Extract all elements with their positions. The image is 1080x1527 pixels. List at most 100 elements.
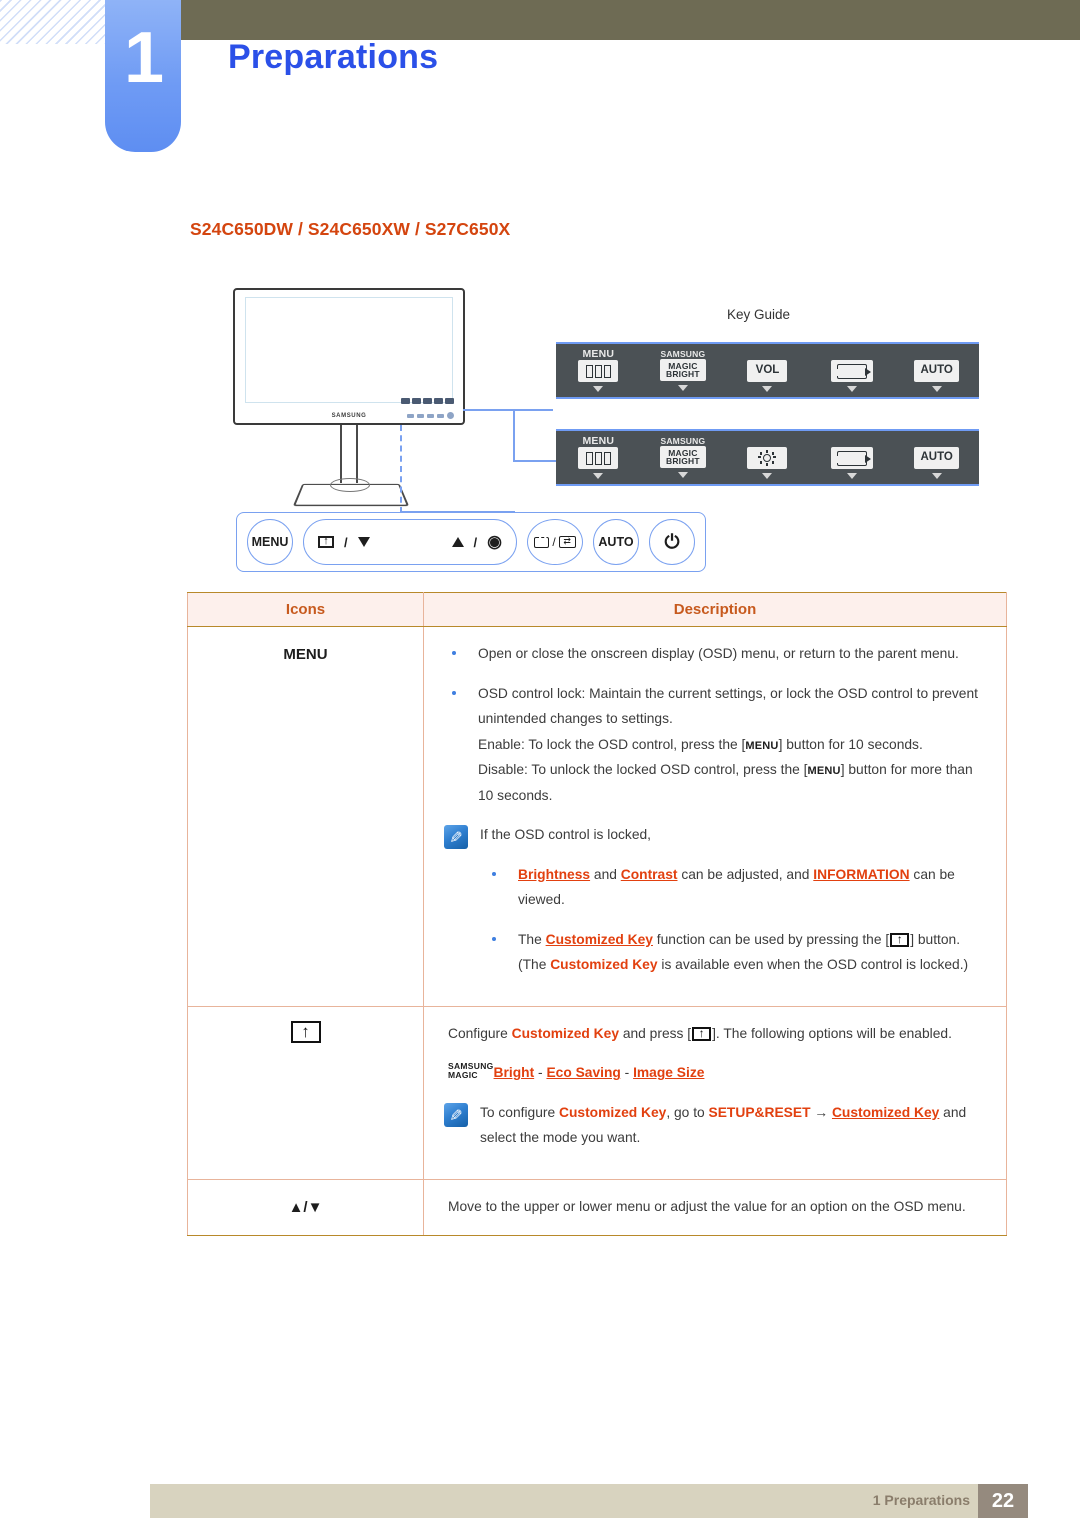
osd-lock-lead: OSD control lock: Maintain the current s…: [478, 685, 978, 727]
separator: -: [534, 1065, 547, 1081]
monitor-button-row: [407, 412, 454, 419]
key-guide-panel-vol: MENU SAMSUNG MAGIC BRIGHT VOL AUTO: [556, 342, 979, 399]
connector-line-horizontal-bottom: [513, 460, 558, 462]
enable-pre: Enable: To lock the OSD control, press t…: [478, 736, 746, 752]
window-icon: [578, 447, 619, 470]
chevron-down-icon: [931, 386, 942, 393]
configure-line: Configure Customized Key and press []. T…: [440, 1021, 990, 1047]
function-text: function can be used by pressing the [: [652, 931, 890, 947]
bright-label: BRIGHT: [666, 456, 700, 467]
key-guide-cell-auto[interactable]: AUTO: [894, 344, 979, 397]
power-button[interactable]: ⏻: [649, 519, 695, 565]
key-guide-caption-blank: [935, 349, 938, 360]
customized-key-term: Customized Key: [831, 1104, 940, 1120]
note-pencil-icon: [444, 825, 468, 850]
header-olive-bar: [180, 0, 1080, 40]
note-block: If the OSD control is locked, Brightness…: [444, 822, 990, 978]
column-header-icons: Icons: [187, 592, 424, 627]
vol-box: VOL: [747, 360, 788, 383]
source-switch-icon: [558, 534, 576, 548]
press-text: and press [: [619, 1025, 692, 1041]
arrow-up-icon[interactable]: [451, 537, 464, 547]
up-down-description: Move to the upper or lower menu or adjus…: [448, 1198, 966, 1214]
separator-slash: /: [473, 534, 478, 550]
and-text: and: [590, 866, 621, 882]
column-header-description: Description: [423, 592, 1007, 627]
arrow-down-icon[interactable]: [357, 537, 370, 547]
source-rect-icon: [534, 536, 550, 548]
the-text: The: [518, 931, 546, 947]
monitor-stand-neck: [340, 425, 358, 483]
configure-text: Configure: [448, 1025, 512, 1041]
options-line: SAMSUNG MAGIC Bright - Eco Saving - Imag…: [440, 1060, 990, 1086]
separator-slash: /: [552, 535, 556, 549]
arrow-text: →: [810, 1104, 832, 1120]
chevron-down-icon: [593, 386, 604, 393]
navigation-button-group[interactable]: / / ◉: [303, 519, 517, 565]
chevron-down-icon: [762, 386, 773, 393]
menu-button[interactable]: MENU: [247, 519, 293, 565]
monitor-stand-base-ring: [330, 478, 370, 492]
key-guide-caption-blank: [935, 436, 938, 447]
customized-key-term: Customized Key: [559, 1104, 667, 1120]
customized-key-icon[interactable]: [318, 534, 334, 548]
description-cell-customized-key: Configure Customized Key and press []. T…: [423, 1005, 1007, 1180]
key-guide-cell-menu[interactable]: MENU: [556, 344, 641, 397]
key-guide-caption-blank: [766, 436, 769, 447]
option-image-size: Image Size: [633, 1065, 705, 1081]
page-title: Preparations: [228, 38, 439, 76]
chevron-down-icon: [762, 473, 773, 480]
physical-button-bar: MENU / / ◉ / AUTO ⏻: [236, 512, 706, 572]
customized-key-icon: [290, 1020, 321, 1043]
table-row: Configure Customized Key and press []. T…: [187, 1005, 1007, 1180]
key-guide-cell-menu[interactable]: MENU: [556, 431, 641, 484]
separator: -: [620, 1065, 634, 1081]
chevron-down-icon: [593, 473, 604, 480]
table-row: MENU Open or close the onscreen display …: [187, 626, 1007, 1007]
chevron-down-icon: [677, 472, 688, 479]
auto-button[interactable]: AUTO: [593, 519, 639, 565]
key-guide-label: Key Guide: [727, 307, 791, 322]
disable-pre: Disable: To unlock the locked OSD contro…: [478, 762, 808, 778]
chevron-down-icon: [677, 385, 688, 392]
note-pencil-icon: [444, 1102, 468, 1127]
menu-kbd: MENU: [807, 765, 841, 778]
enter-icon[interactable]: ◉: [487, 532, 502, 552]
key-guide-panel-brightness: MENU SAMSUNG MAGIC BRIGHT AUTO: [556, 429, 979, 486]
note-intro: If the OSD control is locked,: [480, 827, 651, 843]
icon-cell-menu: MENU: [187, 626, 424, 1007]
description-cell-up-down: Move to the upper or lower menu or adjus…: [423, 1178, 1007, 1237]
table-body: MENU Open or close the onscreen display …: [187, 626, 1007, 1237]
monitor-illustration: SAMSUNG: [228, 288, 468, 507]
magic-bright-box: MAGIC BRIGHT: [660, 359, 706, 382]
bullet-list: Open or close the onscreen display (OSD)…: [440, 641, 990, 808]
key-guide-cell-magicbright[interactable]: SAMSUNG MAGIC BRIGHT: [641, 431, 726, 484]
source-button[interactable]: /: [527, 519, 583, 565]
chevron-down-icon: [931, 473, 942, 480]
monitor-screen: [245, 297, 453, 403]
list-item: Open or close the onscreen display (OSD)…: [440, 641, 990, 667]
icon-cell-customized-key: [187, 1005, 424, 1180]
customized-key-icon: [890, 931, 910, 947]
loop-icon: [831, 447, 874, 470]
icon-cell-up-down: ▲/▼: [187, 1178, 424, 1237]
table-row: ▲/▼ Move to the upper or lower menu or a…: [187, 1178, 1007, 1237]
key-guide-cell-source[interactable]: [810, 431, 895, 484]
customized-key-term: Customized Key: [511, 1025, 619, 1041]
connector-dashed-line: [400, 425, 402, 513]
to-configure-text: To configure: [480, 1104, 559, 1120]
key-guide-cell-brightness[interactable]: [725, 431, 810, 484]
icons-description-table: Icons Description MENU Open or close the…: [187, 592, 1007, 1237]
enable-post: ] button for 10 seconds.: [778, 736, 923, 752]
key-guide-cell-vol[interactable]: VOL: [725, 344, 810, 397]
key-guide-caption-menu: MENU: [582, 347, 615, 360]
chevron-down-icon: [847, 386, 858, 393]
key-guide-cell-magicbright[interactable]: SAMSUNG MAGIC BRIGHT: [641, 344, 726, 397]
list-item: Brightness and Contrast can be adjusted,…: [480, 862, 990, 913]
option-eco-saving: Eco Saving: [546, 1065, 621, 1081]
key-guide-cell-auto[interactable]: AUTO: [894, 431, 979, 484]
key-guide-caption-blank: [851, 436, 854, 447]
key-guide-cell-source[interactable]: [810, 344, 895, 397]
brightness-sun-icon: [747, 447, 788, 470]
option-bright: Bright: [493, 1065, 535, 1081]
